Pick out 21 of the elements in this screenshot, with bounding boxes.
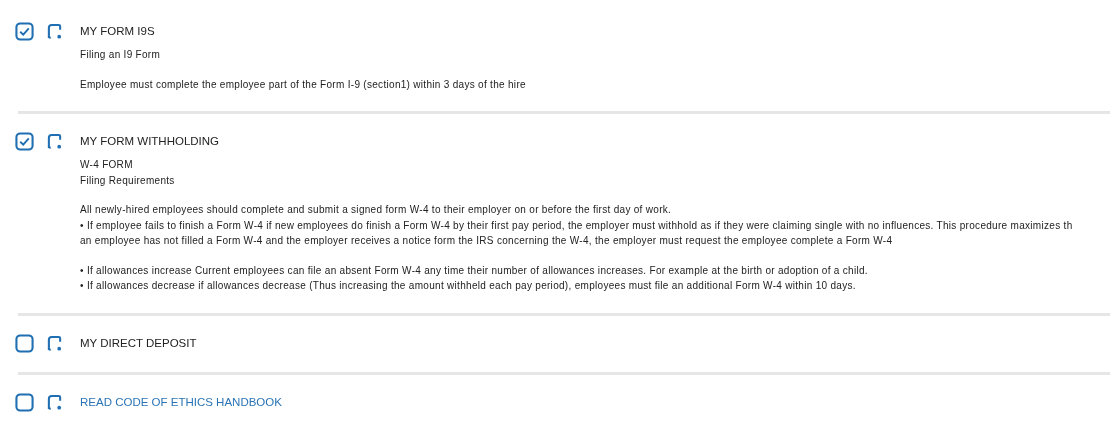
checkbox[interactable]	[15, 132, 34, 151]
document-icon[interactable]	[47, 23, 62, 40]
checkbox[interactable]	[15, 333, 34, 353]
text-line: • If allowances decrease if allowances decrease (Thus increasing the amount withheld each pay period), employees must file an additional Form W-4 within 10 days.	[80, 279, 857, 293]
task-title: MY FORM WITHHOLDING	[80, 134, 221, 149]
text-line: • If employee fails to finish a Form W-4 if new employees do finish a Form W-4 by their first pay period, the employer must withhold as if they were claiming single with no influences. This procedure maximizes th	[80, 218, 1073, 233]
text-line: an employee has not filled a Form W-4 and the employer receives a notice form the IRS concerning the W-4, the employer must request the employee complete a Form W-4	[80, 234, 894, 248]
document-icon[interactable]	[47, 133, 62, 150]
text-line: All newly-hired employees should complete and submit a signed form W-4 to their employer on or before the first day of work.	[80, 203, 673, 217]
handbook-link[interactable]: READ CODE OF ETHICS HANDBOOK	[80, 392, 282, 412]
document-icon[interactable]	[47, 393, 62, 411]
task-title: MY FORM I9S	[80, 24, 156, 39]
task-title: MY DIRECT DEPOSIT	[80, 335, 197, 351]
checkbox[interactable]	[15, 392, 34, 412]
text-line: Employee must complete the employee part of the Form I-9 (section1) within 3 days of the hire	[80, 77, 526, 92]
text-line: W-4 FORM	[80, 158, 134, 172]
text-line: Filing Requirements	[80, 173, 176, 188]
document-icon[interactable]	[47, 334, 62, 352]
text-line: Filing an I9 Form	[80, 48, 162, 62]
text-line: • If allowances increase Current employees can file an absent Form W-4 any time their number of allowances increases. For example at the birth or adoption of a child.	[80, 263, 869, 278]
checkbox[interactable]	[15, 22, 34, 41]
